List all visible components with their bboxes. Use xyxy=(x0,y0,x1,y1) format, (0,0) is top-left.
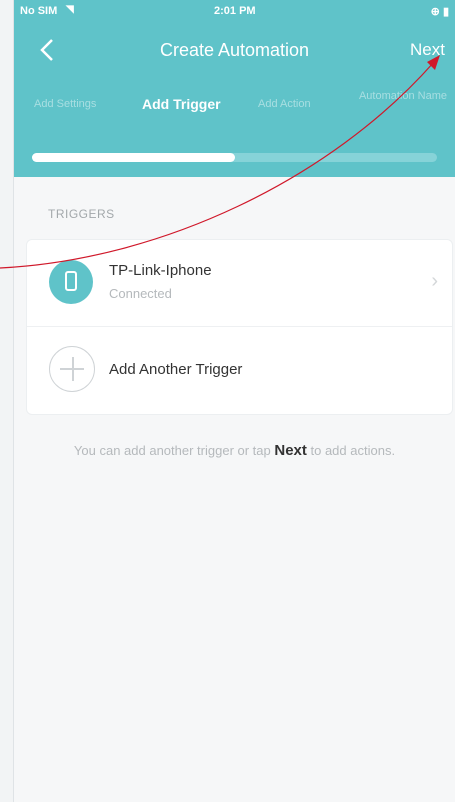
step-add-action: Add Action xyxy=(258,98,311,110)
status-bar: No SIM ◥ 2:01 PM ⊕ ▮ xyxy=(14,0,455,22)
device-name: TP-Link-Iphone xyxy=(109,262,212,279)
content-area: TRIGGERS TP-Link-Iphone Connected › Add … xyxy=(14,177,455,802)
wifi-icon: ◥ xyxy=(66,4,74,15)
next-button[interactable]: Next xyxy=(410,40,445,60)
battery-icon: ⊕ ▮ xyxy=(430,6,449,18)
clock-label: 2:01 PM xyxy=(214,5,256,17)
add-another-trigger-button[interactable]: Add Another Trigger xyxy=(27,326,452,413)
hint-text: You can add another trigger or tap Next … xyxy=(64,441,405,461)
page-title: Create Automation xyxy=(159,40,310,60)
progress-bar xyxy=(32,153,437,162)
carrier-label: No SIM xyxy=(20,5,58,17)
hint-suffix: to add actions. xyxy=(306,443,396,458)
hint-prefix: You can add another trigger or tap xyxy=(73,443,275,458)
step-automation-name: Automation Name xyxy=(358,90,448,102)
header: No SIM ◥ 2:01 PM ⊕ ▮ Create Automation N… xyxy=(14,0,455,177)
plus-circle-icon xyxy=(49,346,95,392)
triggers-section-label: TRIGGERS xyxy=(48,207,115,221)
progress-fill xyxy=(32,153,235,162)
add-trigger-label: Add Another Trigger xyxy=(109,361,243,378)
step-indicator: Add Settings Add Trigger Add Action Auto… xyxy=(14,88,455,128)
hint-next: Next xyxy=(274,442,307,459)
trigger-item-device[interactable]: TP-Link-Iphone Connected › xyxy=(27,240,452,326)
phone-screen: No SIM ◥ 2:01 PM ⊕ ▮ Create Automation N… xyxy=(14,0,455,802)
chevron-right-icon: › xyxy=(431,270,438,292)
phone-device-icon xyxy=(49,260,93,304)
step-add-settings: Add Settings xyxy=(34,98,97,110)
device-status: Connected xyxy=(109,286,172,301)
left-panel-edge xyxy=(0,0,14,802)
step-add-trigger: Add Trigger xyxy=(142,96,221,112)
triggers-card: TP-Link-Iphone Connected › Add Another T… xyxy=(26,239,453,415)
nav-bar: Create Automation Next xyxy=(14,30,455,70)
